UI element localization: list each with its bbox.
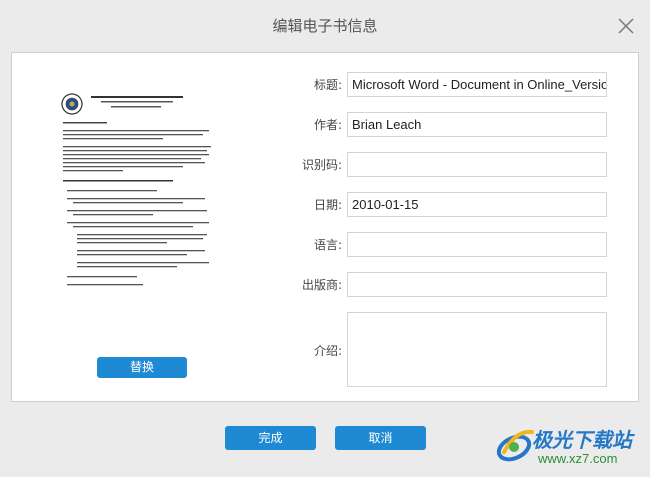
intro-label: 介绍: (313, 344, 342, 358)
watermark-url: www.xz7.com (538, 451, 618, 466)
date-field[interactable]: 2010-01-15 (347, 192, 607, 217)
language-row: 语言: (12, 232, 640, 257)
language-field[interactable] (347, 232, 607, 257)
intro-textarea[interactable] (347, 312, 607, 387)
close-icon (618, 18, 634, 34)
watermark: 极光下载站 www.xz7.com (494, 420, 644, 472)
author-label: 作者: (313, 118, 342, 132)
done-button[interactable]: 完成 (225, 426, 316, 450)
author-row: 作者: Brian Leach (12, 112, 640, 137)
date-label: 日期: (313, 198, 342, 212)
author-field[interactable]: Brian Leach (347, 112, 607, 137)
title-label: 标题: (313, 78, 342, 92)
cancel-button[interactable]: 取消 (335, 426, 426, 450)
identifier-row: 识别码: (12, 152, 640, 177)
title-row: 标题: Microsoft Word - Document in Online_… (12, 72, 640, 97)
close-button[interactable] (616, 16, 636, 36)
intro-row: 介绍: (12, 312, 640, 387)
identifier-field[interactable] (347, 152, 607, 177)
title-bar: 编辑电子书信息 (0, 0, 650, 52)
publisher-label: 出版商: (301, 278, 342, 292)
identifier-label: 识别码: (301, 158, 342, 172)
window-title: 编辑电子书信息 (272, 17, 378, 35)
publisher-field[interactable] (347, 272, 607, 297)
date-row: 日期: 2010-01-15 (12, 192, 640, 217)
title-field[interactable]: Microsoft Word - Document in Online_Vers… (347, 72, 607, 97)
ebook-info-panel: 替换 标题: Microsoft Word - Document in Onli… (11, 52, 639, 402)
language-label: 语言: (313, 238, 342, 252)
watermark-title: 极光下载站 (532, 428, 632, 452)
publisher-row: 出版商: (12, 272, 640, 297)
